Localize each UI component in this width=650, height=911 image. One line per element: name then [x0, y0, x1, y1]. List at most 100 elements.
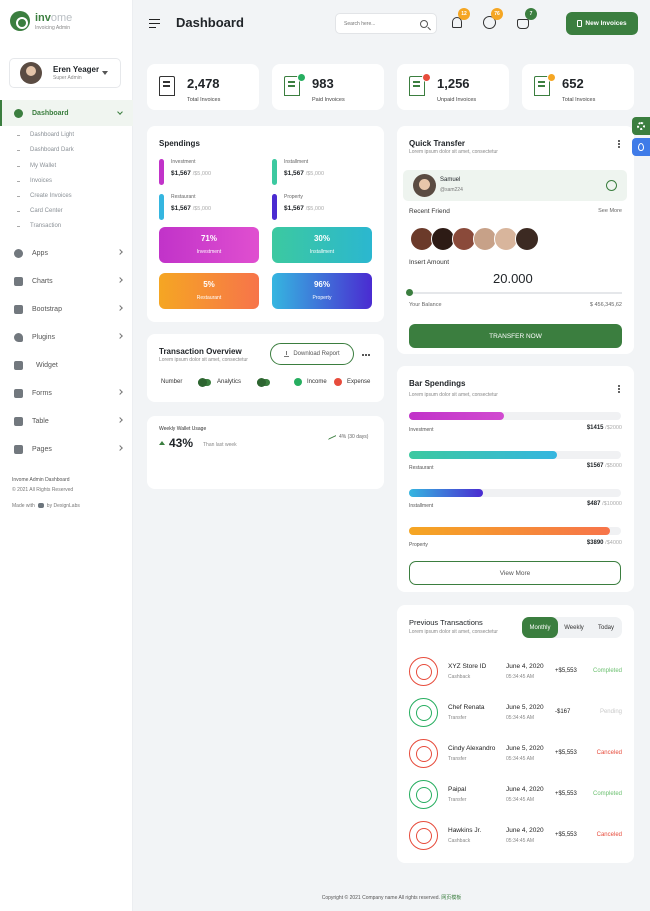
friend-avatar[interactable] — [515, 227, 539, 251]
spending-restaurant: Restaurant $1,567 /$5,000 — [159, 194, 259, 220]
spending-investment: Investment $1,567 /$5,000 — [159, 159, 259, 185]
balance-label: Your Balance — [409, 302, 442, 308]
spending-property: Property $1,567 /$5,000 — [272, 194, 372, 220]
subnav-card-center[interactable]: Card Center — [17, 208, 63, 214]
transfer-now-button[interactable]: TRANSFER NOW — [409, 324, 622, 348]
transaction-amount: +$5,553 — [555, 791, 577, 797]
grid-icon — [14, 304, 23, 314]
theme-tab[interactable] — [632, 138, 650, 156]
tile-label: Property — [312, 295, 332, 301]
profile-dropdown[interactable]: Eren Yeager Super Admin — [9, 58, 121, 88]
messages-button[interactable]: 76 — [483, 8, 503, 30]
wallet-percent: 43% — [169, 436, 194, 450]
spending-value: $1,567 /$5,000 — [171, 170, 211, 177]
menu-icon[interactable] — [149, 19, 160, 31]
spending-installment: Installment $1,567 /$5,000 — [272, 159, 372, 185]
bar-amount: $487 — [587, 501, 601, 507]
brand-logo[interactable]: invome Invoicing Admin — [10, 11, 72, 31]
subnav-label: Invoices — [30, 178, 53, 184]
tab-weekly[interactable]: Weekly — [558, 617, 590, 638]
expense-label: Expense — [347, 379, 371, 385]
subnav-dashboard-light[interactable]: Dashboard Light — [17, 132, 74, 138]
new-invoices-button[interactable]: New Invoices — [566, 12, 638, 35]
transaction-name: Hawkins Jr. — [448, 827, 482, 834]
transaction-category: Cashback — [448, 838, 471, 844]
nav-widget[interactable]: Widget — [14, 358, 124, 372]
bar-spendings-card: Bar Spendings Lorem ipsum dolor sit amet… — [397, 366, 634, 592]
quick-transfer-card: Quick Transfer Lorem ipsum dolor sit ame… — [397, 126, 634, 354]
selected-recipient[interactable]: Samuel @sam224 — [403, 170, 627, 201]
transaction-category: Cashback — [448, 674, 471, 680]
made-prefix: Made with — [12, 503, 35, 509]
message-badge: 76 — [491, 8, 503, 20]
nav-plugins[interactable]: Plugins — [14, 330, 124, 344]
bar-name: Property — [409, 542, 428, 548]
nav-pages[interactable]: Pages — [14, 442, 124, 456]
transaction-amount: +$5,553 — [555, 750, 577, 756]
bar-value: $1567 /$5000 — [587, 463, 622, 469]
amount-slider-track[interactable] — [409, 292, 622, 294]
nav-table[interactable]: Table — [14, 414, 124, 428]
subnav-transaction[interactable]: Transaction — [17, 223, 61, 229]
search-input[interactable] — [344, 20, 414, 27]
transaction-date: June 5, 2020 — [506, 704, 544, 711]
bar-name: Restaurant — [409, 465, 434, 471]
subnav-invoices[interactable]: Invoices — [17, 178, 52, 184]
stat-card-paid-invoices: 983 Paid Invoices — [272, 64, 384, 110]
download-report-button[interactable]: Download Report — [270, 343, 354, 365]
more-icon[interactable] — [362, 354, 364, 356]
settings-tab[interactable] — [632, 117, 650, 135]
nav-label: Forms — [32, 389, 52, 397]
chevron-right-icon — [117, 249, 123, 255]
footer-link[interactable]: 网页模板 — [441, 895, 461, 901]
number-toggle[interactable] — [198, 378, 211, 387]
more-icon[interactable] — [618, 140, 620, 142]
notifications-button[interactable]: 12 — [450, 8, 470, 30]
profile-name: Eren Yeager — [53, 65, 100, 74]
subnav-label: My Wallet — [30, 163, 57, 169]
notification-badge: 12 — [458, 8, 470, 20]
amount-slider-handle[interactable] — [406, 289, 413, 296]
new-invoices-label: New Invoices — [585, 20, 627, 27]
tile-restaurant[interactable]: 5% Restaurant — [159, 273, 259, 309]
transaction-date: June 5, 2020 — [506, 745, 544, 752]
tab-today[interactable]: Today — [590, 617, 622, 638]
subnav-create-invoices[interactable]: Create Invoices — [17, 193, 72, 199]
spendings-card: Spendings Investment $1,567 /$5,000 Inst… — [147, 126, 384, 322]
nav-dashboard-row[interactable]: Dashboard — [14, 106, 124, 120]
subnav-my-wallet[interactable]: My Wallet — [17, 163, 56, 169]
tile-installment[interactable]: 30% Installment — [272, 227, 372, 263]
arrow-up-circle-icon — [409, 821, 438, 850]
period-tabs: Monthly Weekly Today — [522, 617, 622, 638]
subnav-dashboard-dark[interactable]: Dashboard Dark — [17, 147, 74, 153]
analytics-toggle[interactable] — [257, 378, 270, 387]
made-suffix: by DexignLabs — [46, 503, 80, 509]
nav-charts[interactable]: Charts — [14, 274, 124, 288]
nav-forms[interactable]: Forms — [14, 386, 124, 400]
bar-track — [409, 527, 621, 535]
nav-bootstrap[interactable]: Bootstrap — [14, 302, 124, 316]
amount-value[interactable]: 20.000 — [493, 271, 533, 286]
drop-icon — [638, 143, 644, 151]
more-icon[interactable] — [618, 385, 620, 387]
cart-button[interactable]: 7 — [517, 8, 537, 30]
nav-apps[interactable]: Apps — [14, 246, 124, 260]
see-more-link[interactable]: See More — [598, 208, 622, 214]
search-icon[interactable] — [420, 19, 428, 28]
check-icon — [606, 180, 617, 191]
tile-percent: 30% — [313, 234, 330, 243]
view-more-button[interactable]: View More — [409, 561, 621, 585]
heart-icon — [14, 332, 23, 342]
download-label: Download Report — [293, 351, 340, 357]
tab-monthly[interactable]: Monthly — [522, 617, 558, 638]
tile-percent: 71% — [200, 234, 217, 243]
stat-label: Unpaid Invoices — [437, 97, 477, 103]
previous-transactions-card: Previous Transactions Lorem ipsum dolor … — [397, 605, 634, 863]
tile-investment[interactable]: 71% Investment — [159, 227, 259, 263]
profile-info: Eren Yeager Super Admin — [53, 65, 99, 81]
tile-property[interactable]: 96% Property — [272, 273, 372, 309]
bar-total: /$2000 — [605, 425, 622, 431]
spending-name: Property — [284, 194, 303, 200]
spending-bar — [159, 194, 164, 220]
card-title: Bar Spendings — [409, 379, 466, 388]
